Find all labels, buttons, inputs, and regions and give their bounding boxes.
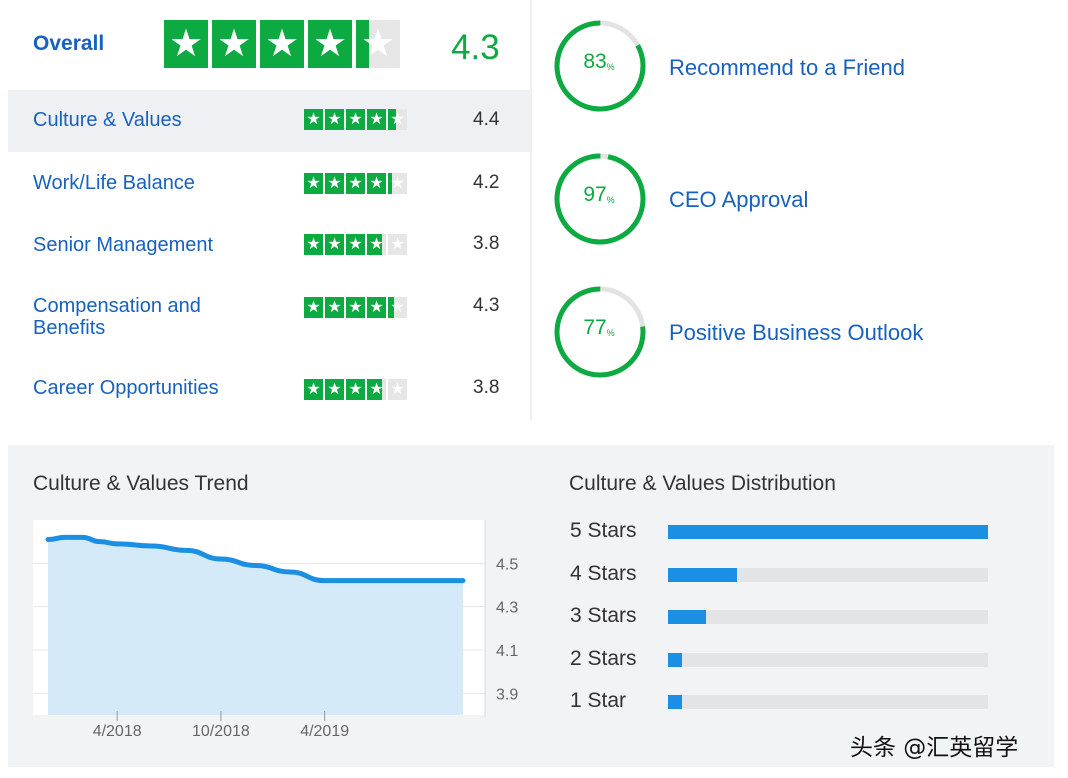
y-tick-label: 3.9 <box>496 686 518 703</box>
star-icon: ★ <box>304 173 323 194</box>
gauge-value: 77% <box>583 316 615 339</box>
distribution-bar <box>668 567 737 582</box>
star-icon: ★ <box>356 20 400 68</box>
y-tick-label: 4.1 <box>496 643 518 660</box>
distribution-label: 5 Stars <box>570 519 637 542</box>
distribution-row[interactable]: 1 Star <box>569 687 1009 717</box>
star-icon: ★ <box>388 234 407 255</box>
trend-area-chart: 4.5 4.3 4.1 3.9 4/2018 10/2018 4/2019 <box>33 520 518 740</box>
distribution-chart-title: Culture & Values Distribution <box>569 472 836 495</box>
star-icon: ★ <box>304 109 323 130</box>
category-value: 4.4 <box>473 109 500 130</box>
distribution-bar <box>668 652 683 667</box>
category-star-rating: ★ ★ ★ ★ ★ <box>304 173 407 194</box>
recommend-to-friend-stat[interactable]: 83% Recommend to a Friend <box>553 18 1053 118</box>
star-icon: ★ <box>367 379 386 400</box>
star-icon: ★ <box>308 20 352 68</box>
distribution-bar-track <box>668 567 988 582</box>
star-icon: ★ <box>388 297 407 318</box>
distribution-bar-track <box>668 525 988 539</box>
category-star-rating: ★ ★ ★ ★ ★ <box>304 297 407 318</box>
category-value: 3.8 <box>473 377 500 398</box>
x-tick-label: 4/2018 <box>93 723 142 740</box>
category-label[interactable]: Career Opportunities <box>33 377 243 399</box>
category-label[interactable]: Culture & Values <box>33 109 243 131</box>
star-icon: ★ <box>367 173 386 194</box>
category-row-culture-values[interactable]: Culture & Values ★ ★ ★ ★ ★ 4.4 <box>8 90 530 152</box>
star-icon: ★ <box>367 234 386 255</box>
star-icon: ★ <box>325 173 344 194</box>
business-outlook-stat[interactable]: 77% Positive Business Outlook <box>553 284 1053 384</box>
star-icon: ★ <box>304 297 323 318</box>
category-label[interactable]: Senior Management <box>33 234 243 256</box>
star-icon: ★ <box>212 20 256 68</box>
stat-label[interactable]: CEO Approval <box>669 187 808 213</box>
stat-label[interactable]: Recommend to a Friend <box>669 55 905 81</box>
x-tick-label: 4/2019 <box>300 723 349 740</box>
star-icon: ★ <box>346 234 365 255</box>
trend-chart-title: Culture & Values Trend <box>33 472 249 495</box>
category-label[interactable]: Compensation and Benefits <box>33 295 243 339</box>
distribution-bar-track <box>668 610 988 624</box>
star-icon: ★ <box>304 234 323 255</box>
category-star-rating: ★ ★ ★ ★ ★ <box>304 379 407 400</box>
y-tick-label: 4.5 <box>496 556 518 573</box>
distribution-bar <box>668 525 988 539</box>
y-tick-label: 4.3 <box>496 600 518 617</box>
category-star-rating: ★ ★ ★ ★ ★ <box>304 109 407 130</box>
distribution-bar <box>668 610 707 624</box>
distribution-label: 2 Stars <box>570 646 637 670</box>
category-row-work-life-balance[interactable]: Work/Life Balance ★ ★ ★ ★ ★ 4.2 <box>8 152 530 214</box>
star-icon: ★ <box>346 173 365 194</box>
distribution-label: 3 Stars <box>570 604 637 627</box>
culture-values-detail-panel: Culture & Values Trend 4.5 4.3 4.1 3.9 4/20… <box>8 445 1054 767</box>
distribution-bar <box>668 695 683 709</box>
star-icon: ★ <box>260 20 304 68</box>
distribution-row[interactable]: 4 Stars <box>569 560 1009 590</box>
star-icon: ★ <box>304 379 323 400</box>
category-value: 3.8 <box>473 233 500 254</box>
star-icon: ★ <box>346 297 365 318</box>
category-row-senior-management[interactable]: Senior Management ★ ★ ★ ★ ★ 3.8 <box>8 214 530 276</box>
star-icon: ★ <box>164 20 208 68</box>
stat-label[interactable]: Positive Business Outlook <box>669 320 923 346</box>
star-icon: ★ <box>367 109 386 130</box>
overall-label: Overall <box>33 32 105 55</box>
star-icon: ★ <box>346 379 365 400</box>
category-star-rating: ★ ★ ★ ★ ★ <box>304 234 407 255</box>
gauge-value: 97% <box>583 183 615 206</box>
star-icon: ★ <box>346 109 365 130</box>
ceo-approval-stat[interactable]: 97% CEO Approval <box>553 151 1053 251</box>
star-icon: ★ <box>325 234 344 255</box>
category-row-compensation-benefits[interactable]: Compensation and Benefits ★ ★ ★ ★ ★ 4.3 <box>8 276 530 352</box>
star-icon: ★ <box>388 379 407 400</box>
distribution-bar-track <box>668 695 988 709</box>
distribution-row[interactable]: 3 Stars <box>569 602 1009 632</box>
star-icon: ★ <box>388 109 407 130</box>
overall-star-rating: ★ ★ ★ ★ ★ <box>164 20 400 68</box>
category-row-career-opportunities[interactable]: Career Opportunities ★ ★ ★ ★ ★ 3.8 <box>8 352 530 414</box>
ratings-panel: Overall ★ ★ ★ ★ ★ 4.3 Culture & Values ★ ★ ★ ★ ★… <box>8 0 530 425</box>
overall-value: 4.3 <box>451 28 500 67</box>
star-icon: ★ <box>388 173 407 194</box>
category-label[interactable]: Work/Life Balance <box>33 172 243 194</box>
distribution-row[interactable]: 5 Stars <box>569 517 1009 547</box>
vertical-divider <box>530 0 532 420</box>
star-icon: ★ <box>367 297 386 318</box>
star-icon: ★ <box>325 109 344 130</box>
gauge-value: 83% <box>583 50 615 73</box>
distribution-bar-track <box>668 652 988 667</box>
category-value: 4.3 <box>473 295 500 316</box>
overall-rating-row: Overall ★ ★ ★ ★ ★ 4.3 <box>8 0 530 90</box>
category-value: 4.2 <box>473 172 500 193</box>
star-icon: ★ <box>325 379 344 400</box>
distribution-label: 1 Star <box>570 689 627 712</box>
distribution-label: 4 Stars <box>570 561 637 585</box>
star-icon: ★ <box>325 297 344 318</box>
x-tick-label: 10/2018 <box>192 723 250 740</box>
distribution-row[interactable]: 2 Stars <box>569 645 1009 675</box>
watermark: 头条 @汇英留学 <box>850 735 1019 761</box>
